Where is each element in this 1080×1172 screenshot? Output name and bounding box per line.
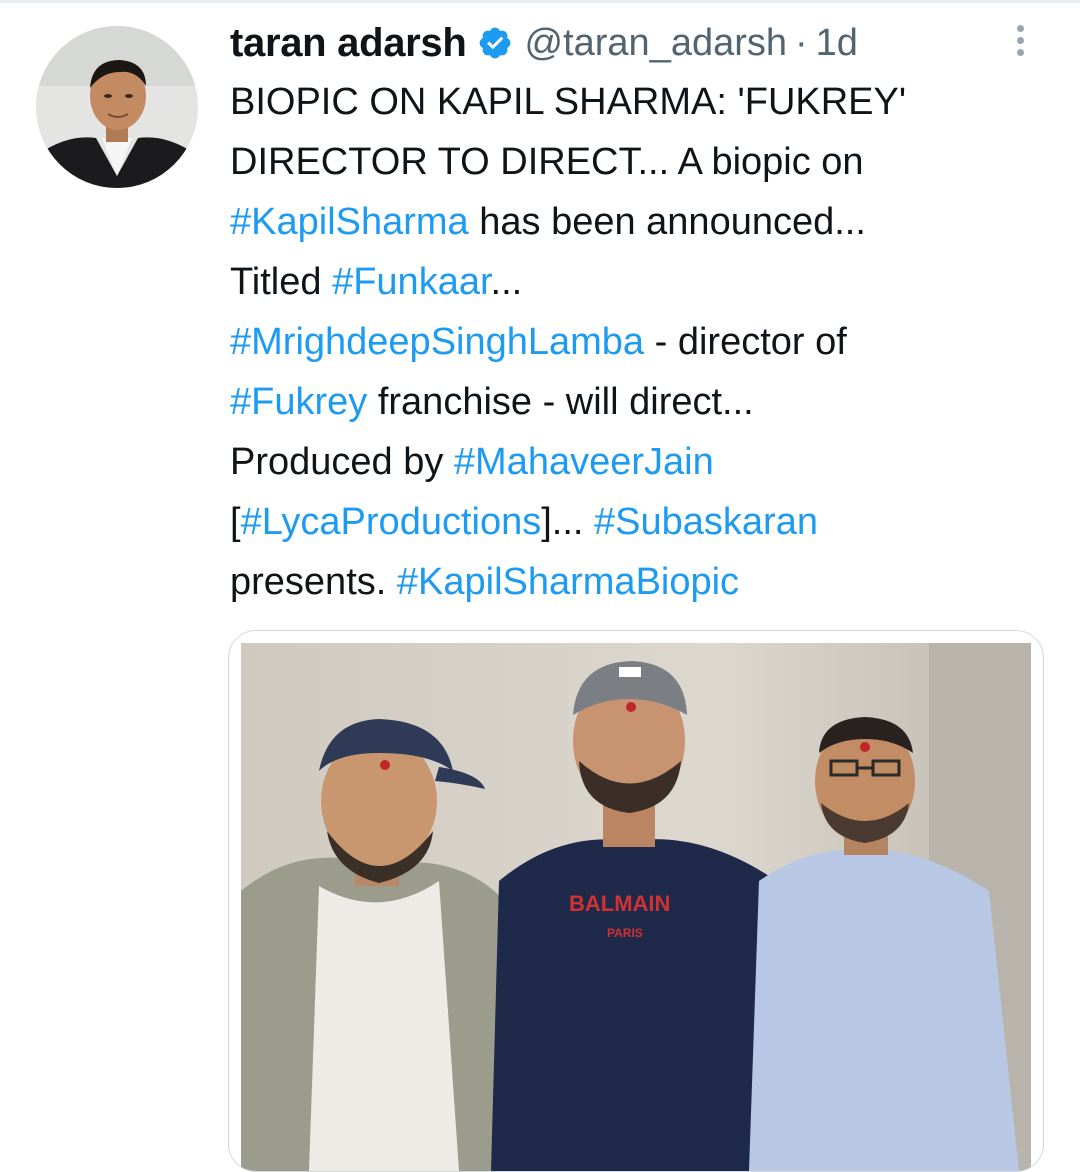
text-segment: BIOPIC ON KAPIL SHARMA: 'FUKREY' — [230, 81, 907, 123]
hashtag-link[interactable]: #Fukrey — [230, 381, 367, 423]
hashtag-link[interactable]: #KapilSharma — [230, 201, 469, 243]
tweet-line: Produced by #MahaveerJain — [230, 432, 1050, 492]
header-separator: · — [795, 21, 808, 64]
more-options-icon[interactable] — [1010, 22, 1030, 66]
tweet-line: #KapilSharma has been announced... — [230, 192, 1050, 252]
photo-three-men: BALMAIN PARIS — [229, 631, 1043, 1171]
shirt-brand-subtext: PARIS — [607, 926, 643, 940]
text-segment: has been announced... — [468, 201, 866, 243]
tweet-text: BIOPIC ON KAPIL SHARMA: 'FUKREY' DIRECTO… — [230, 72, 1050, 612]
tweet-line: BIOPIC ON KAPIL SHARMA: 'FUKREY' — [230, 72, 1050, 132]
author-handle[interactable]: @taran_adarsh — [525, 22, 788, 65]
tweet-line: #Fukrey franchise - will direct... — [230, 372, 1050, 432]
tweet-line: #MrighdeepSinghLamba - director of — [230, 312, 1050, 372]
verified-badge-icon — [477, 25, 513, 61]
hashtag-link[interactable]: #MahaveerJain — [454, 441, 714, 483]
text-segment: ... — [490, 261, 523, 303]
text-segment: - director of — [644, 321, 847, 363]
hashtag-link[interactable]: #Subaskaran — [594, 501, 818, 543]
tweet-line: [#LycaProductions]... #Subaskaran — [230, 492, 1050, 552]
tweet[interactable]: taran adarsh @taran_adarsh · 1d BIOPIC O… — [0, 0, 1080, 1172]
tweet-header: taran adarsh @taran_adarsh · 1d — [230, 18, 858, 68]
text-segment: Titled — [230, 261, 333, 303]
author-display-name[interactable]: taran adarsh — [230, 21, 467, 66]
hashtag-link[interactable]: #MrighdeepSinghLamba — [230, 321, 644, 363]
hashtag-link[interactable]: #LycaProductions — [241, 501, 542, 543]
tweet-line: Titled #Funkaar... — [230, 252, 1050, 312]
text-segment: franchise - will direct... — [367, 381, 754, 423]
text-segment: [ — [230, 501, 241, 543]
text-segment: DIRECTOR TO DIRECT... A biopic on — [230, 141, 864, 183]
shirt-brand-text: BALMAIN — [569, 891, 670, 916]
author-avatar[interactable] — [36, 26, 198, 188]
tweet-media-photo[interactable]: BALMAIN PARIS — [228, 630, 1044, 1172]
text-segment: ]... — [541, 501, 595, 543]
tweet-timestamp[interactable]: 1d — [816, 22, 858, 65]
tweet-line: presents. #KapilSharmaBiopic — [230, 552, 1050, 612]
text-segment: Produced by — [230, 441, 454, 483]
hashtag-link[interactable]: #KapilSharmaBiopic — [397, 561, 739, 603]
avatar-photo — [36, 26, 198, 188]
text-segment: presents. — [230, 561, 397, 603]
hashtag-link[interactable]: #Funkaar — [332, 261, 490, 303]
tweet-line: DIRECTOR TO DIRECT... A biopic on — [230, 132, 1050, 192]
